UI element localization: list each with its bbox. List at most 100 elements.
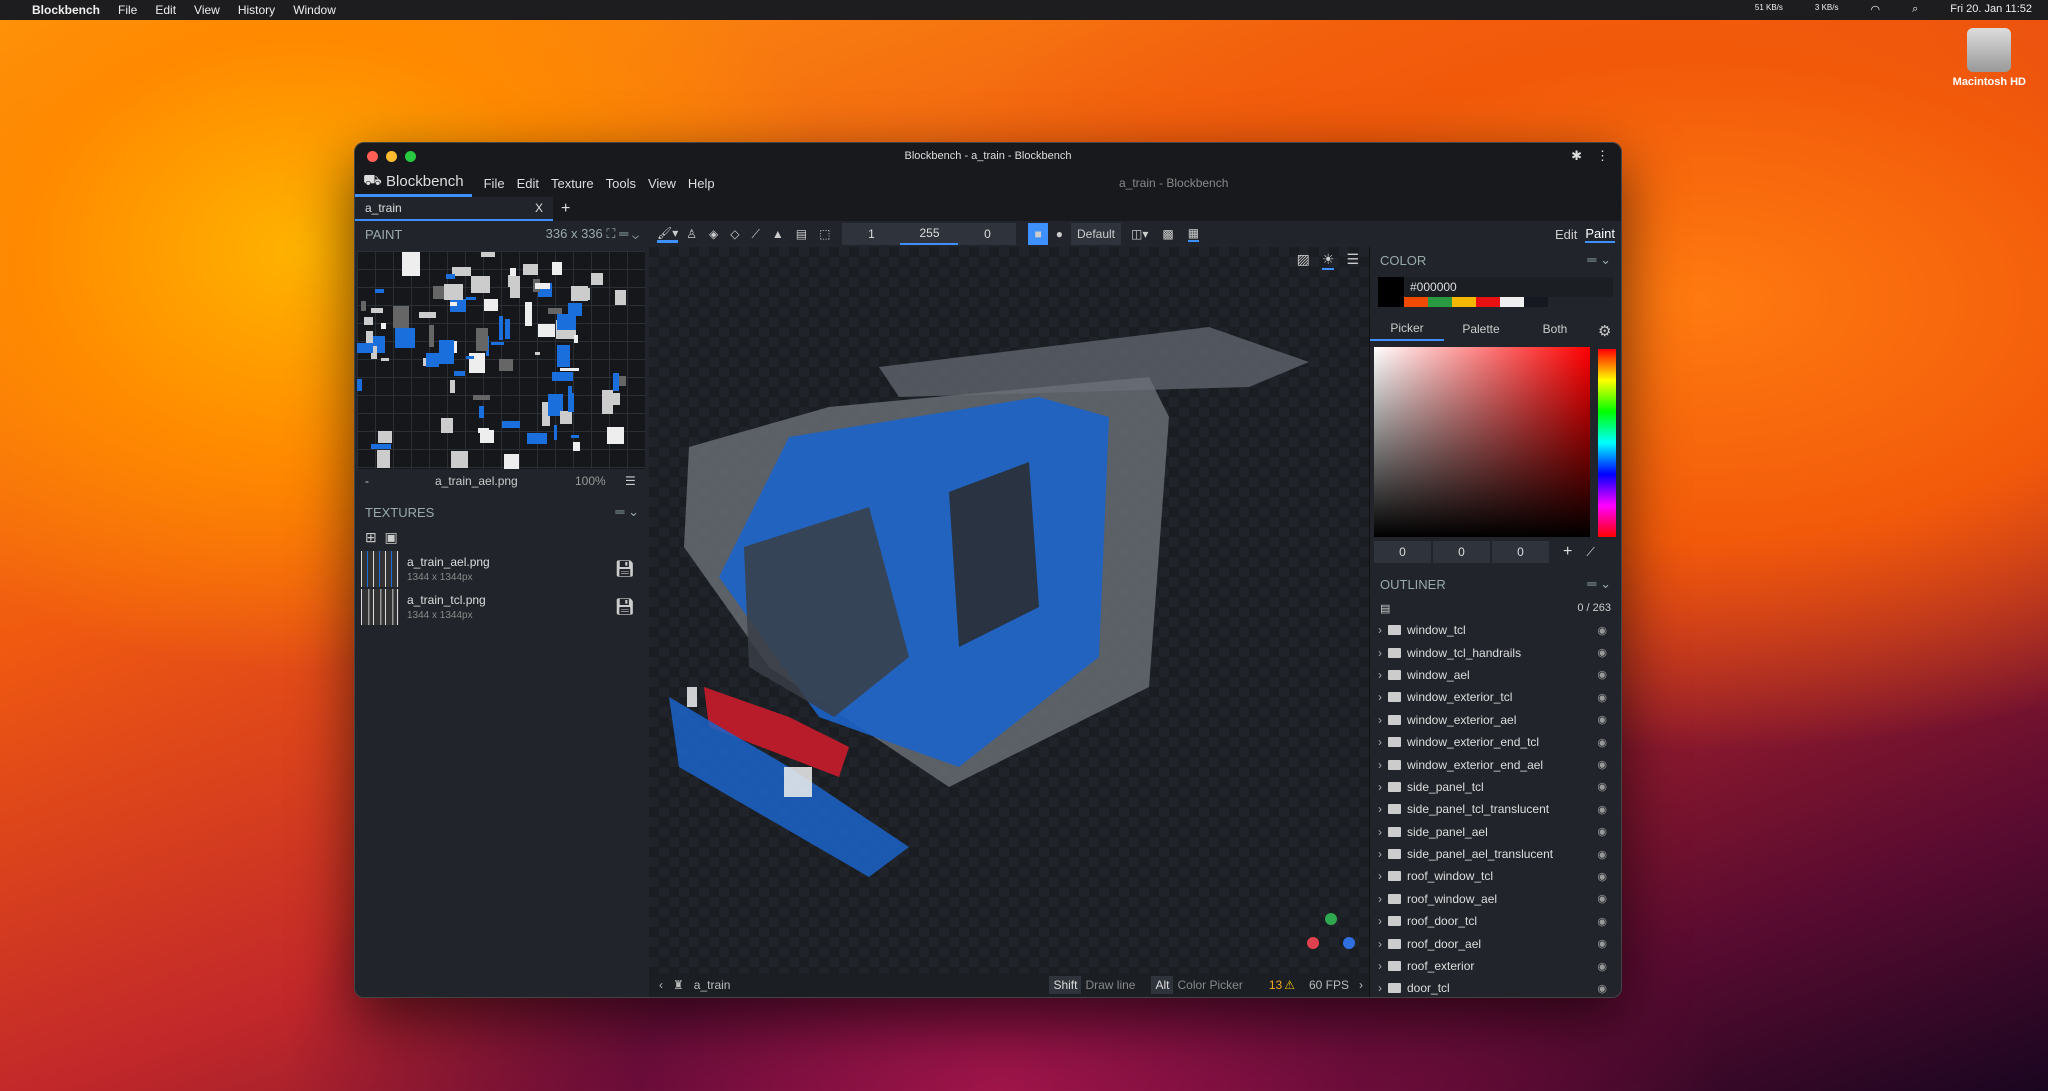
eraser-tool[interactable]: ◇: [730, 227, 739, 241]
more-icon[interactable]: ⋮: [1596, 148, 1609, 164]
outliner-item[interactable]: › window_tcl_handrails ◉: [1370, 641, 1621, 663]
tab-close-button[interactable]: X: [535, 201, 543, 215]
texture-canvas[interactable]: [357, 251, 645, 469]
add-texture-icon[interactable]: ⊞: [365, 529, 377, 545]
lock-alpha-icon[interactable]: ▩: [1162, 227, 1173, 241]
recent-color-swatch[interactable]: [1404, 297, 1428, 307]
recent-color-swatch[interactable]: [1452, 297, 1476, 307]
chevron-right-icon[interactable]: ›: [1378, 668, 1382, 682]
warning-icon[interactable]: ⚠: [1284, 978, 1295, 992]
chevron-right-icon[interactable]: ›: [1378, 735, 1382, 749]
menu-tools[interactable]: Tools: [606, 176, 636, 191]
square-brush-toggle[interactable]: ■: [1028, 223, 1048, 245]
add-color-icon[interactable]: +: [1563, 543, 1572, 561]
menubar-edit[interactable]: Edit: [155, 3, 176, 17]
chevron-right-icon[interactable]: ›: [1378, 623, 1382, 637]
blend-mode-select[interactable]: Default: [1070, 223, 1122, 245]
green-input[interactable]: 0: [1433, 541, 1490, 563]
shapes-tool[interactable]: ▲: [772, 227, 784, 241]
chevron-right-icon[interactable]: ›: [1378, 758, 1382, 772]
collapse-icon[interactable]: ═ ⌄: [615, 504, 639, 520]
chevron-right-icon[interactable]: ›: [1378, 825, 1382, 839]
stamp-tool[interactable]: ♙: [686, 227, 697, 241]
recent-color-swatch[interactable]: [1500, 297, 1524, 307]
texture-item[interactable]: a_train_tcl.png 1344 x 1344px 💾︎: [355, 588, 649, 626]
fullscreen-icon[interactable]: ⛶: [606, 226, 615, 241]
save-icon[interactable]: 💾︎: [615, 597, 635, 617]
mode-edit[interactable]: Edit: [1555, 227, 1577, 242]
visibility-icon[interactable]: ◉: [1597, 646, 1607, 659]
chevron-right-icon[interactable]: ›: [1378, 914, 1382, 928]
recent-color-swatch[interactable]: [1428, 297, 1452, 307]
visibility-icon[interactable]: ◉: [1597, 870, 1607, 883]
outliner-item[interactable]: › window_exterior_end_tcl ◉: [1370, 731, 1621, 753]
menu-help[interactable]: Help: [688, 176, 715, 191]
mirror-icon[interactable]: ◫▾: [1131, 227, 1148, 241]
outliner-item[interactable]: › window_exterior_end_ael ◉: [1370, 753, 1621, 775]
red-input[interactable]: 0: [1374, 541, 1431, 563]
round-brush-toggle[interactable]: ●: [1056, 227, 1063, 241]
3d-viewport[interactable]: ▨ ☀ ☰: [649, 247, 1369, 973]
chevron-right-icon[interactable]: ›: [1378, 981, 1382, 995]
close-button[interactable]: [367, 151, 378, 162]
menubar-history[interactable]: History: [238, 3, 275, 17]
import-texture-icon[interactable]: ▣: [385, 529, 398, 545]
visibility-icon[interactable]: ◉: [1597, 736, 1607, 749]
outliner-item[interactable]: › roof_door_ael ◉: [1370, 932, 1621, 954]
outliner-item[interactable]: › roof_window_tcl ◉: [1370, 865, 1621, 887]
desktop-drive[interactable]: Macintosh HD: [1953, 28, 2026, 88]
hue-slider[interactable]: [1598, 349, 1616, 537]
menubar-view[interactable]: View: [194, 3, 220, 17]
recent-color-swatch[interactable]: [1524, 297, 1548, 307]
menubar-file[interactable]: File: [118, 3, 137, 17]
brush-size-input[interactable]: 1: [842, 223, 901, 245]
chevron-right-icon[interactable]: ›: [1378, 869, 1382, 883]
new-tab-button[interactable]: +: [561, 200, 570, 218]
collapse-icon[interactable]: ═ ⌄: [1587, 576, 1611, 592]
saturation-field[interactable]: [1374, 347, 1590, 537]
chevron-right-icon[interactable]: ›: [1378, 847, 1382, 861]
mode-paint[interactable]: Paint: [1585, 226, 1615, 243]
chevron-right-icon[interactable]: ›: [1378, 937, 1382, 951]
minimize-button[interactable]: [386, 151, 397, 162]
visibility-icon[interactable]: ◉: [1597, 825, 1607, 838]
tab-a-train[interactable]: a_train X: [355, 197, 553, 221]
chevron-right-icon[interactable]: ›: [1378, 892, 1382, 906]
visibility-icon[interactable]: ◉: [1597, 960, 1607, 973]
eyedropper-icon[interactable]: ⟋: [1586, 545, 1594, 560]
brush-opacity-input[interactable]: 255: [900, 223, 959, 245]
grid-icon[interactable]: ▦: [1187, 226, 1200, 242]
chevron-right-icon[interactable]: ›: [1378, 780, 1382, 794]
brush-tool[interactable]: 🖌▾: [657, 226, 679, 243]
menu-edit[interactable]: Edit: [517, 176, 539, 191]
blue-input[interactable]: 0: [1492, 541, 1549, 563]
zoom-button[interactable]: [405, 151, 416, 162]
visibility-icon[interactable]: ◉: [1597, 982, 1607, 995]
axis-gizmo[interactable]: [1307, 913, 1355, 961]
gradient-tool[interactable]: ▤: [796, 227, 807, 241]
settings-icon[interactable]: ⚙: [1598, 322, 1611, 340]
search-icon[interactable]: ⌕: [1912, 3, 1918, 16]
hex-input[interactable]: #000000: [1404, 277, 1613, 297]
tab-picker[interactable]: Picker: [1370, 321, 1444, 341]
outliner-item[interactable]: › window_exterior_ael ◉: [1370, 709, 1621, 731]
chevron-right-icon[interactable]: ›: [1378, 690, 1382, 704]
visibility-icon[interactable]: ◉: [1597, 758, 1607, 771]
texture-item[interactable]: a_train_ael.png 1344 x 1344px 💾︎: [355, 550, 649, 588]
selection-tool[interactable]: ⬚: [819, 227, 830, 241]
outliner-item[interactable]: › side_panel_ael ◉: [1370, 821, 1621, 843]
visibility-icon[interactable]: ◉: [1597, 892, 1607, 905]
visibility-icon[interactable]: ◉: [1597, 915, 1607, 928]
menubar-window[interactable]: Window: [293, 3, 336, 17]
visibility-icon[interactable]: ◉: [1597, 624, 1607, 637]
outliner-item[interactable]: › door_tcl ◉: [1370, 977, 1621, 997]
chevron-right-icon[interactable]: ›: [1378, 713, 1382, 727]
wifi-icon[interactable]: ◠: [1870, 3, 1880, 16]
add-group-icon[interactable]: ▤: [1380, 602, 1390, 615]
outliner-item[interactable]: › roof_door_tcl ◉: [1370, 910, 1621, 932]
collapse-icon[interactable]: ⌄: [632, 226, 639, 241]
visibility-icon[interactable]: ◉: [1597, 937, 1607, 950]
visibility-icon[interactable]: ◉: [1597, 848, 1607, 861]
warning-count[interactable]: 13: [1269, 978, 1282, 992]
menu-texture[interactable]: Texture: [551, 176, 594, 191]
